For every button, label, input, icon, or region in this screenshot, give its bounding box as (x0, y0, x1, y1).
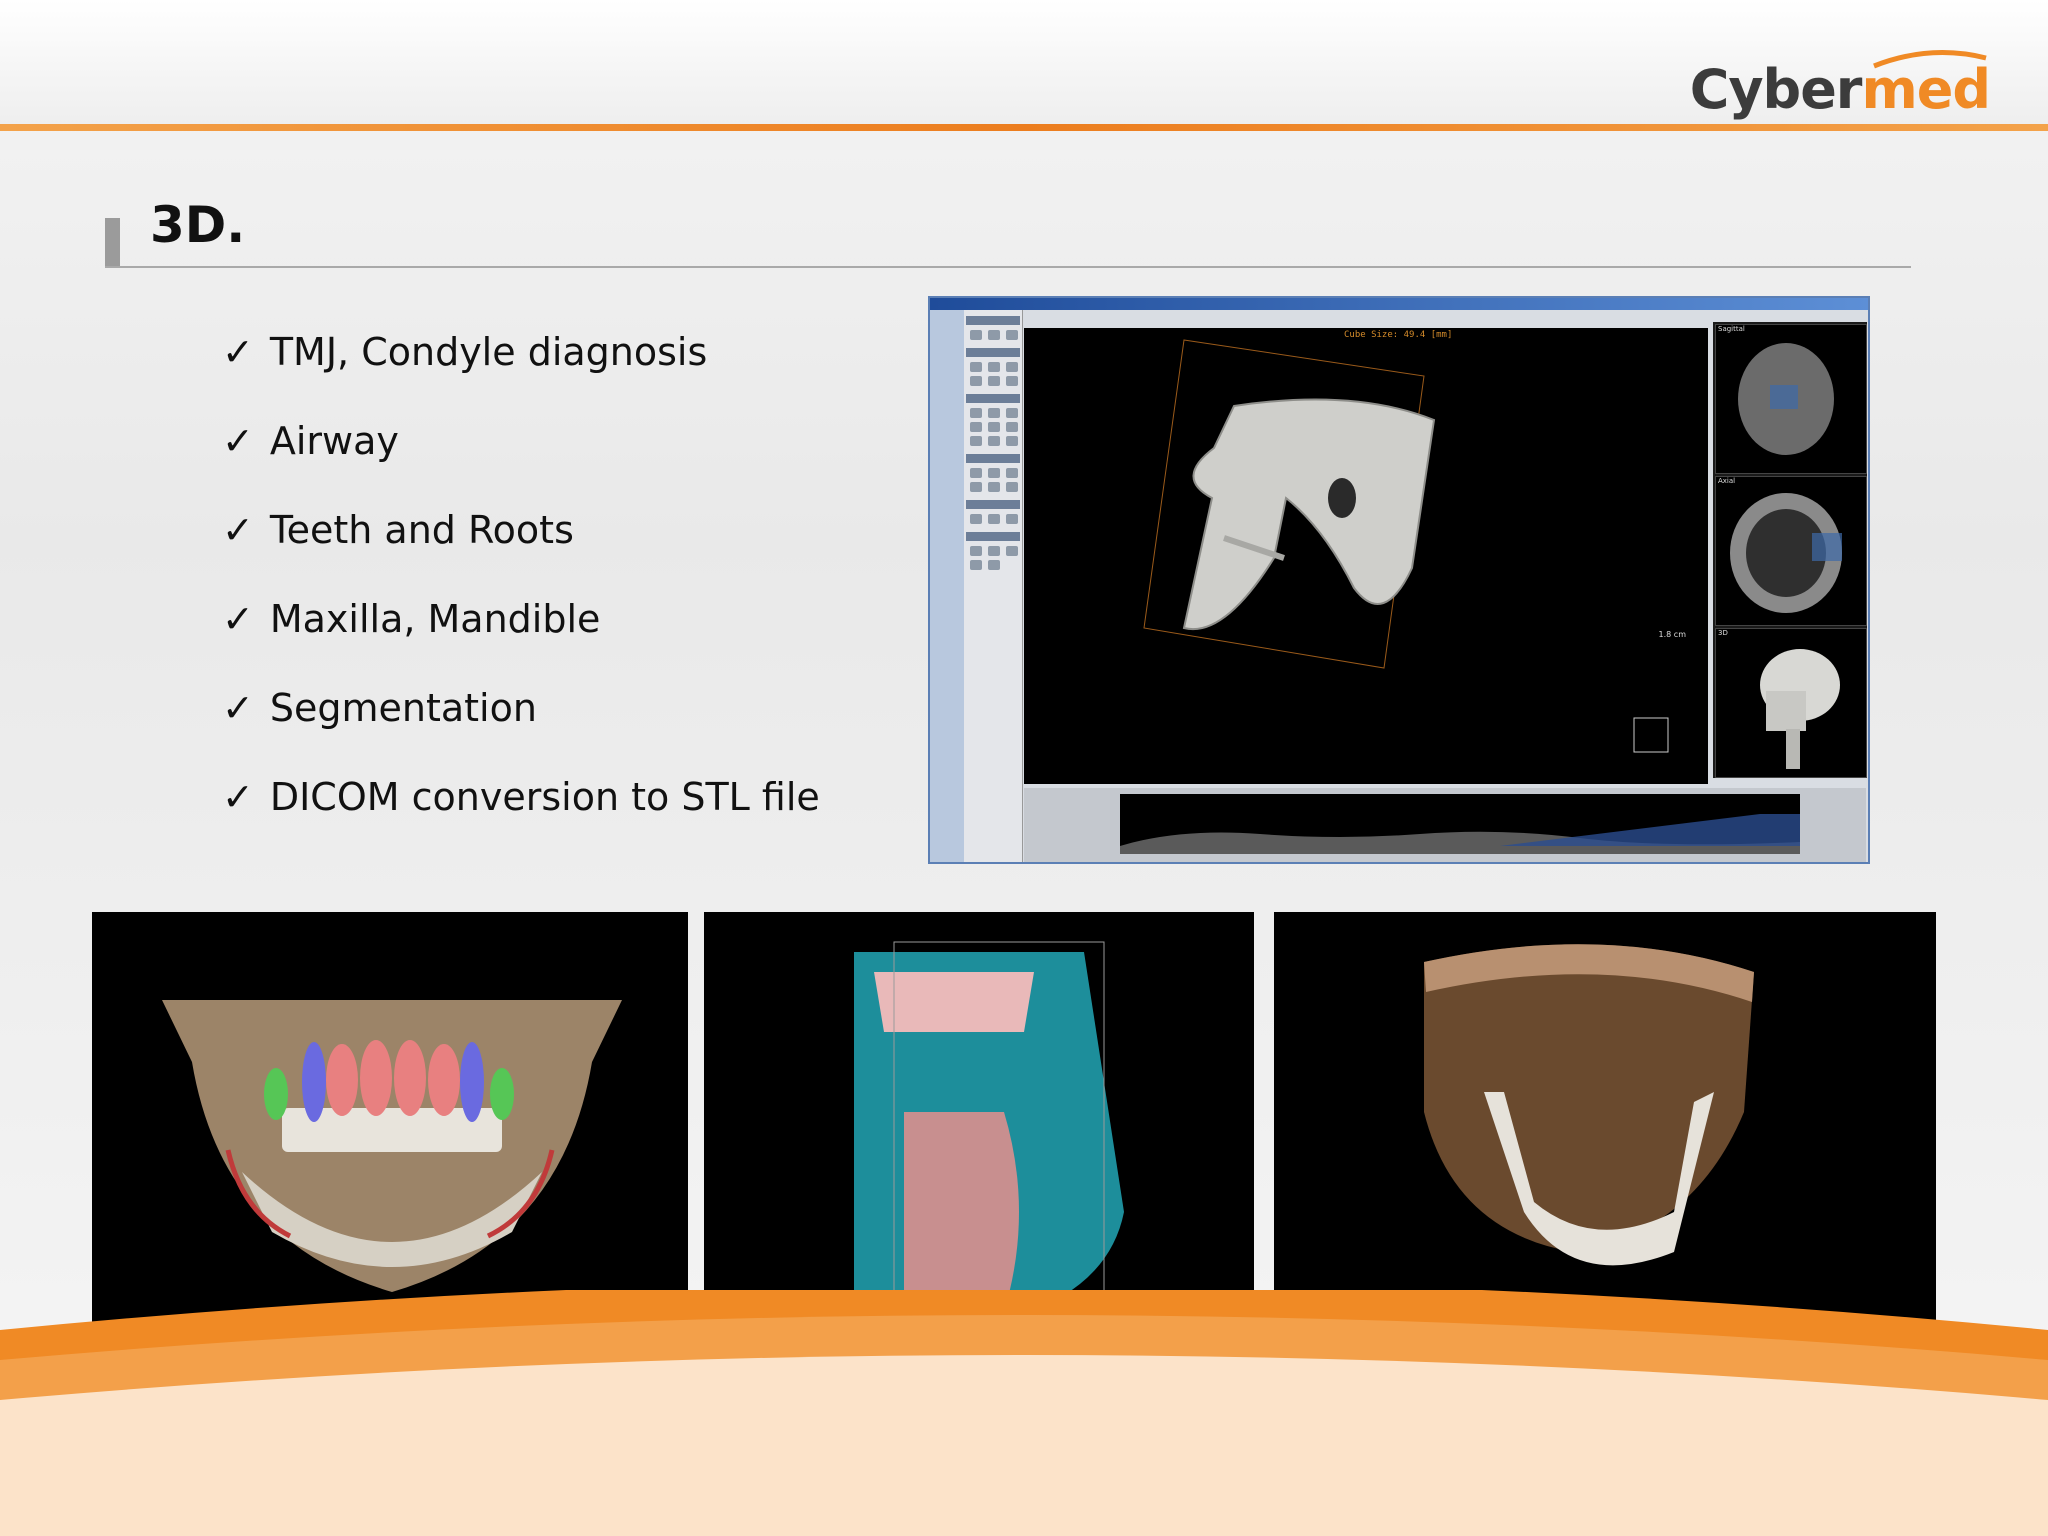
condyle-render (1143, 339, 1669, 753)
slide-title: 3D. (150, 196, 246, 254)
software-screenshot: Cube Size: 49.4 [mm] 1.8 cm Sagittal Axi… (928, 296, 1870, 864)
list-item-text: Maxilla, Mandible (269, 597, 601, 641)
check-icon: ✓ (222, 775, 254, 819)
histogram (1120, 794, 1800, 854)
check-icon: ✓ (222, 508, 254, 552)
sagittal-view: Sagittal (1715, 324, 1867, 474)
bottom-orange-wave (0, 1290, 2048, 1536)
list-item-text: Teeth and Roots (269, 508, 574, 552)
axial-view: Axial (1715, 476, 1867, 626)
skull-render-image (1274, 912, 1936, 1352)
list-item-text: TMJ, Condyle diagnosis (269, 330, 708, 374)
side-views: Sagittal Axial 3D (1713, 322, 1867, 778)
list-item-text: Segmentation (269, 686, 537, 730)
sagittal-label: Sagittal (1718, 325, 1745, 333)
transfer-function-panel (1024, 788, 1866, 862)
check-icon: ✓ (222, 686, 254, 730)
3d-thumb-view: 3D (1715, 628, 1867, 778)
check-icon: ✓ (222, 330, 254, 374)
app-titlebar (930, 298, 1868, 310)
header-orange-rule (0, 124, 2048, 131)
app-tool-panel (964, 310, 1023, 862)
list-item: ✓ DICOM conversion to STL file (222, 775, 820, 864)
logo-text-cyber: Cyber (1689, 58, 1863, 121)
list-item: ✓ Segmentation (222, 686, 820, 775)
check-icon: ✓ (222, 597, 254, 641)
list-item: ✓ Teeth and Roots (222, 508, 820, 597)
app-left-nav (930, 310, 964, 862)
feature-list: ✓ TMJ, Condyle diagnosis ✓ Airway ✓ Teeth a… (222, 330, 820, 864)
cube-size-label: Cube Size: 49.4 [mm] (1344, 330, 1453, 340)
title-underline (105, 266, 1911, 268)
list-item-text: DICOM conversion to STL file (269, 775, 820, 819)
axial-label: Axial (1718, 477, 1736, 485)
cybermed-logo: Cybermed (1689, 58, 1991, 121)
3d-thumb-label: 3D (1718, 629, 1728, 637)
3d-view-pane: Cube Size: 49.4 [mm] 1.8 cm (1024, 328, 1708, 784)
teeth-segmentation-image (92, 912, 688, 1344)
scale-label: 1.8 cm (1658, 630, 1686, 639)
list-item: ✓ Airway (222, 419, 820, 508)
check-icon: ✓ (222, 419, 254, 463)
logo-text-med: med (1861, 58, 1991, 121)
list-item: ✓ Maxilla, Mandible (222, 597, 820, 686)
list-item: ✓ TMJ, Condyle diagnosis (222, 330, 820, 419)
list-item-text: Airway (269, 419, 399, 463)
title-marker (105, 218, 120, 268)
airway-section-image (704, 912, 1254, 1348)
